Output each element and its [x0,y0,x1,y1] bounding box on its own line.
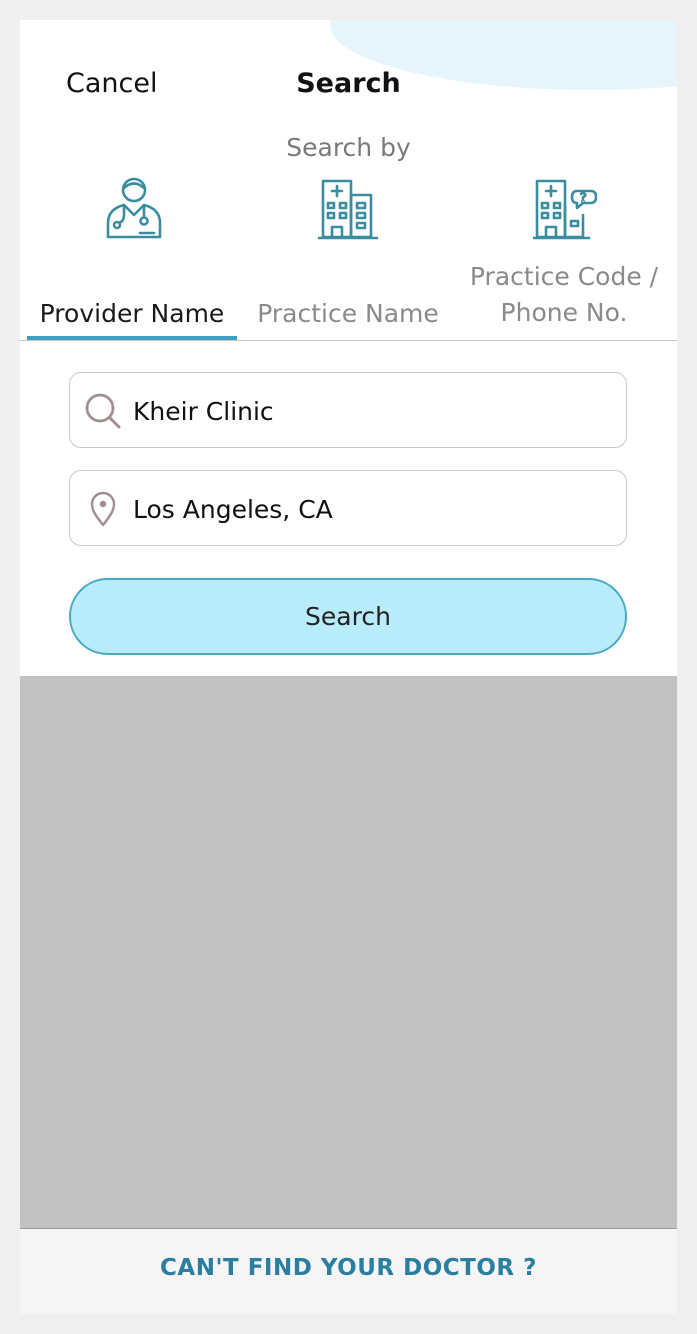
location-field[interactable] [69,470,627,546]
tab-label-line1: Practice Code / [469,262,659,291]
search-by-heading: Search by [286,133,411,162]
search-button[interactable]: Search [69,578,627,655]
results-area [20,676,677,1228]
tab-practice-name[interactable]: Practice Name [246,175,450,340]
search-input[interactable] [133,391,613,431]
tab-divider [20,340,677,341]
doctor-icon [106,177,162,239]
location-input[interactable] [133,489,613,529]
search-query-field[interactable] [69,372,627,448]
location-pin-icon [90,491,116,527]
footer-bar: CAN'T FIND YOUR DOCTOR ? [20,1228,677,1314]
page-title: Search [296,68,401,99]
search-icon [85,393,121,429]
search-screen: Cancel Search Search by Provider Name Pr… [20,20,677,1314]
tab-provider-name[interactable]: Provider Name [27,175,237,340]
hospital-question-icon [533,179,597,240]
tab-practice-code[interactable]: Practice Code / Phone No. [457,175,671,340]
hospital-building-icon [318,179,378,240]
tab-label: Provider Name [39,299,225,328]
cant-find-doctor-link[interactable]: CAN'T FIND YOUR DOCTOR ? [20,1255,677,1281]
tab-label-line2: Phone No. [500,298,628,327]
tab-label: Practice Name [257,299,439,328]
